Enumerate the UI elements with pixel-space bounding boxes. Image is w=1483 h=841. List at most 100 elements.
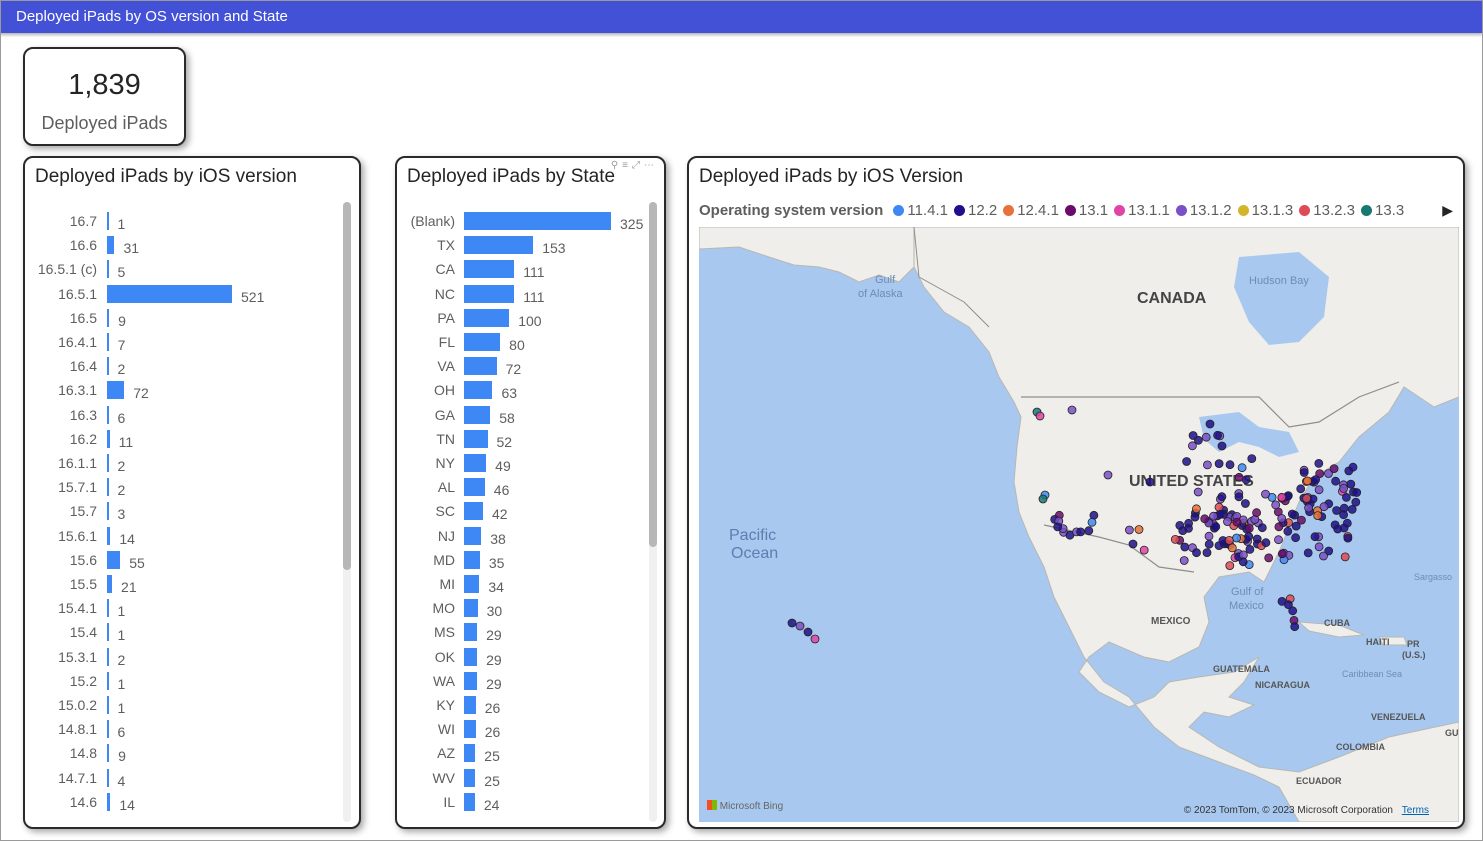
- ios-version-chart-card[interactable]: Deployed iPads by iOS version 16.7 1 16.6 3…: [23, 156, 361, 829]
- map-device-point[interactable]: [1274, 535, 1283, 545]
- bar[interactable]: [107, 478, 109, 497]
- bar-row[interactable]: 16.3.1 72: [25, 379, 359, 401]
- map-legend[interactable]: Operating system version 11.4.1 12.2 12.4.…: [699, 202, 1410, 219]
- bar-row[interactable]: 16.4.1 7: [25, 331, 359, 353]
- map-device-point[interactable]: [1192, 548, 1201, 558]
- bar-row[interactable]: 15.6 55: [25, 549, 359, 571]
- bar[interactable]: [107, 696, 109, 714]
- map-device-point[interactable]: [1277, 492, 1287, 502]
- bar-row[interactable]: 15.7.1 2: [25, 476, 359, 498]
- bar-row[interactable]: WA 29: [397, 670, 664, 692]
- map-device-point[interactable]: [1180, 542, 1190, 552]
- map-device-point[interactable]: [1084, 526, 1094, 536]
- map-device-point[interactable]: [1202, 460, 1212, 470]
- bar[interactable]: [464, 744, 476, 763]
- bar-row[interactable]: 16.5.1 (c) 5: [25, 258, 359, 280]
- bar[interactable]: [107, 429, 110, 448]
- bar-row[interactable]: MO 30: [397, 597, 664, 619]
- bar[interactable]: [107, 720, 109, 739]
- map-device-point[interactable]: [1241, 499, 1250, 508]
- map-device-point[interactable]: [1204, 531, 1214, 541]
- map-device-point[interactable]: [1134, 525, 1144, 534]
- map-device-point[interactable]: [1225, 460, 1235, 470]
- bar-row[interactable]: 16.2 11: [25, 428, 359, 450]
- map-device-point[interactable]: [1247, 454, 1257, 464]
- legend-item[interactable]: 11.4.1: [893, 202, 948, 219]
- state-chart-card[interactable]: ⚲≡⤢⋯ Deployed iPads by State (Blank) 325 T…: [395, 156, 666, 829]
- legend-item[interactable]: 12.4.1: [1003, 202, 1059, 219]
- bar-row[interactable]: 15.6.1 14: [25, 525, 359, 547]
- map-device-point[interactable]: [1313, 511, 1323, 521]
- map-device-point[interactable]: [1348, 462, 1358, 472]
- bar[interactable]: [464, 768, 476, 787]
- legend-item[interactable]: 13.1: [1064, 202, 1108, 219]
- bar[interactable]: [464, 284, 515, 303]
- bar[interactable]: [464, 429, 488, 448]
- map-device-point[interactable]: [1277, 513, 1287, 523]
- map-device-point[interactable]: [1209, 511, 1218, 521]
- bar[interactable]: [107, 260, 109, 279]
- bar-row[interactable]: NJ 38: [397, 525, 664, 547]
- map-device-point[interactable]: [1182, 457, 1192, 466]
- map-card[interactable]: Deployed iPads by iOS Version Operating …: [687, 156, 1465, 829]
- bar[interactable]: [464, 308, 510, 327]
- bar[interactable]: [107, 212, 109, 230]
- bar-row[interactable]: 15.5 21: [25, 573, 359, 595]
- map-device-point[interactable]: [1213, 430, 1222, 440]
- map-device-point[interactable]: [787, 618, 797, 628]
- map-device-point[interactable]: [1310, 532, 1320, 542]
- bar[interactable]: [107, 284, 232, 303]
- ios-chart-scrollbar-thumb[interactable]: [343, 202, 351, 570]
- bar-row[interactable]: KY 26: [397, 694, 664, 716]
- map-device-point[interactable]: [1076, 527, 1086, 537]
- map-device-point[interactable]: [1274, 522, 1284, 532]
- map-device-point[interactable]: [1290, 622, 1300, 632]
- map-device-point[interactable]: [1238, 557, 1248, 567]
- bar[interactable]: [464, 357, 497, 376]
- bar[interactable]: [464, 792, 475, 811]
- map-device-point[interactable]: [810, 634, 820, 644]
- bar[interactable]: [107, 550, 121, 569]
- bar[interactable]: [107, 405, 109, 424]
- map-terms-link[interactable]: Terms: [1402, 805, 1429, 816]
- map-device-point[interactable]: [1319, 502, 1329, 512]
- legend-item[interactable]: 13.2.3: [1299, 202, 1355, 219]
- bar[interactable]: [464, 502, 483, 521]
- bar[interactable]: [464, 575, 480, 593]
- bar-row[interactable]: MI 34: [397, 573, 664, 595]
- bar-row[interactable]: 14.8 9: [25, 742, 359, 764]
- bar[interactable]: [464, 647, 478, 666]
- bar[interactable]: [464, 599, 478, 618]
- bar[interactable]: [107, 526, 111, 545]
- map-device-point[interactable]: [1299, 468, 1309, 477]
- bar-row[interactable]: AL 46: [397, 476, 664, 498]
- map-device-point[interactable]: [1224, 535, 1234, 545]
- map-device-point[interactable]: [1087, 517, 1097, 527]
- map-device-point[interactable]: [1053, 522, 1063, 532]
- bar[interactable]: [107, 236, 115, 255]
- map-device-point[interactable]: [1193, 487, 1203, 497]
- map-device-point[interactable]: [1234, 472, 1244, 482]
- map-device-point[interactable]: [1252, 508, 1261, 518]
- map-device-point[interactable]: [1175, 520, 1185, 530]
- map-device-point[interactable]: [795, 621, 805, 631]
- bar-row[interactable]: 16.3 6: [25, 404, 359, 426]
- bar-row[interactable]: 14.7.1 4: [25, 767, 359, 789]
- state-chart-scrollbar-thumb[interactable]: [649, 202, 657, 547]
- map-device-point[interactable]: [1227, 543, 1237, 553]
- bar[interactable]: [107, 357, 109, 376]
- legend-item[interactable]: 13.1.3: [1237, 202, 1293, 219]
- legend-item[interactable]: 13.1.1: [1114, 202, 1170, 219]
- bar[interactable]: [107, 647, 109, 666]
- bar[interactable]: [107, 744, 110, 763]
- bar[interactable]: [464, 671, 478, 690]
- map-device-point[interactable]: [1339, 523, 1349, 533]
- bar[interactable]: [107, 502, 109, 521]
- bar-row[interactable]: PA 100: [397, 307, 664, 329]
- bar[interactable]: [464, 550, 480, 569]
- bar[interactable]: [464, 454, 487, 472]
- bar-row[interactable]: NC 111: [397, 283, 664, 305]
- map-device-point[interactable]: [1103, 470, 1113, 480]
- map-device-point[interactable]: [1187, 441, 1197, 451]
- map-device-point[interactable]: [803, 627, 813, 637]
